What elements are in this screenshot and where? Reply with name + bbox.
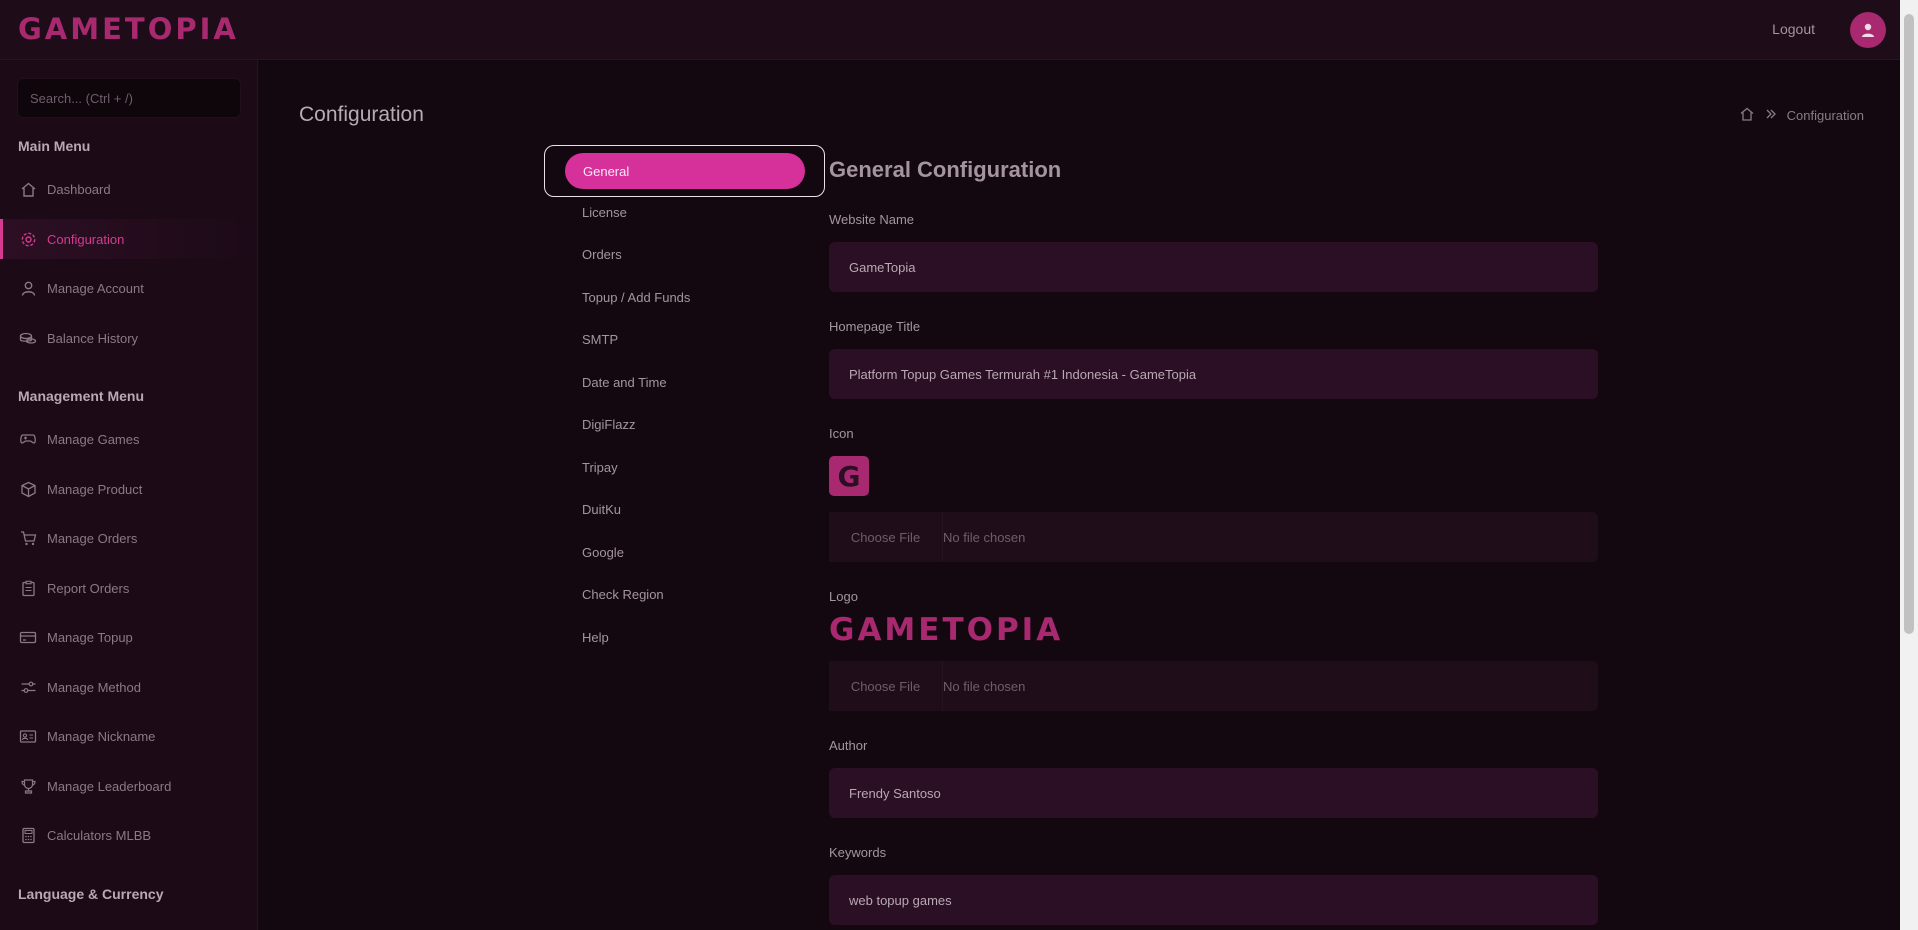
author-label: Author <box>829 738 868 753</box>
file-status: No file chosen <box>943 529 1026 545</box>
sidebar-item-calculators-mlbb[interactable]: Calculators MLBB <box>0 815 257 855</box>
subnav-item-google[interactable]: Google <box>582 545 624 560</box>
id-card-icon <box>18 726 38 746</box>
gear-icon <box>18 229 38 249</box>
keywords-label: Keywords <box>829 845 887 860</box>
sidebar-item-label: Manage Nickname <box>47 728 156 744</box>
coins-icon <box>18 328 38 348</box>
language-currency-heading: Language & Currency <box>18 886 164 902</box>
subnav-item-general[interactable]: General <box>565 153 805 189</box>
subnav-item-duitku[interactable]: DuitKu <box>582 502 621 517</box>
scrollbar-thumb[interactable] <box>1904 14 1914 634</box>
sidebar-item-label: Dashboard <box>47 181 111 197</box>
box-icon <box>18 479 38 499</box>
logo-file-input[interactable]: Choose File No file chosen <box>829 661 1598 711</box>
search-input[interactable] <box>17 78 241 118</box>
sidebar-item-label: Balance History <box>47 330 139 346</box>
brand-logo[interactable]: GAMETOPIA <box>18 12 239 46</box>
sidebar-item-label: Manage Account <box>47 280 144 296</box>
sidebar-item-manage-orders[interactable]: Manage Orders <box>0 518 257 558</box>
calculator-icon <box>18 825 38 845</box>
home-icon[interactable] <box>1739 106 1755 125</box>
user-icon <box>18 278 38 298</box>
subnav-item-smtp[interactable]: SMTP <box>582 332 618 347</box>
user-icon <box>1862 23 1874 37</box>
main-menu-heading: Main Menu <box>18 138 91 154</box>
logo-label: Logo <box>829 589 858 604</box>
avatar[interactable] <box>1850 12 1886 48</box>
logout-link[interactable]: Logout <box>1772 21 1815 37</box>
sidebar-item-balance-history[interactable]: Balance History <box>0 318 257 358</box>
gamepad-icon <box>18 429 38 449</box>
sidebar-item-label: Manage Leaderboard <box>47 778 172 794</box>
website-name-label: Website Name <box>829 212 915 227</box>
sidebar: Main Menu Dashboard Configuration Manage… <box>0 60 258 930</box>
page-title: Configuration <box>299 103 424 126</box>
sidebar-item-manage-method[interactable]: Manage Method <box>0 667 257 707</box>
sidebar-item-dashboard[interactable]: Dashboard <box>0 169 257 209</box>
subnav-item-help[interactable]: Help <box>582 630 609 645</box>
sidebar-item-label: Manage Topup <box>47 629 133 645</box>
keywords-field[interactable]: web topup games <box>829 875 1598 925</box>
logo-preview: GAMETOPIA <box>829 612 1064 648</box>
sidebar-item-manage-nickname[interactable]: Manage Nickname <box>0 716 257 756</box>
management-menu-heading: Management Menu <box>18 388 145 404</box>
breadcrumb: Configuration <box>1739 106 1864 125</box>
sidebar-item-manage-product[interactable]: Manage Product <box>0 469 257 509</box>
website-name-field[interactable]: GameTopia <box>829 242 1598 292</box>
chevrons-right-icon <box>1765 108 1777 123</box>
subnav-item-license[interactable]: License <box>582 205 627 220</box>
subnav-item-orders[interactable]: Orders <box>582 247 622 262</box>
homepage-title-field[interactable]: Platform Topup Games Termurah #1 Indones… <box>829 349 1598 399</box>
choose-file-button[interactable]: Choose File <box>829 661 943 711</box>
home-icon <box>18 179 38 199</box>
section-title: General Configuration <box>829 157 1062 182</box>
subnav-item-date-time[interactable]: Date and Time <box>582 375 667 390</box>
subnav-item-topup[interactable]: Topup / Add Funds <box>582 290 690 305</box>
sidebar-item-configuration[interactable]: Configuration <box>0 219 257 259</box>
sidebar-item-manage-leaderboard[interactable]: Manage Leaderboard <box>0 766 257 806</box>
sidebar-item-label: Manage Orders <box>47 530 138 546</box>
sidebar-item-manage-games[interactable]: Manage Games <box>0 419 257 459</box>
choose-file-button[interactable]: Choose File <box>829 512 943 562</box>
trophy-icon <box>18 776 38 796</box>
sidebar-item-manage-topup[interactable]: Manage Topup <box>0 617 257 657</box>
subnav-item-tripay[interactable]: Tripay <box>582 460 618 475</box>
sidebar-item-report-orders[interactable]: Report Orders <box>0 568 257 608</box>
author-field[interactable]: Frendy Santoso <box>829 768 1598 818</box>
homepage-title-label: Homepage Title <box>829 319 921 334</box>
file-status: No file chosen <box>943 678 1026 694</box>
cart-icon <box>18 528 38 548</box>
icon-file-input[interactable]: Choose File No file chosen <box>829 512 1598 562</box>
sidebar-item-label: Manage Product <box>47 481 143 497</box>
icon-label: Icon <box>829 426 854 441</box>
sidebar-item-label: Report Orders <box>47 580 130 596</box>
sidebar-item-manage-account[interactable]: Manage Account <box>0 268 257 308</box>
sidebar-item-label: Calculators MLBB <box>47 827 152 843</box>
breadcrumb-current: Configuration <box>1786 108 1864 123</box>
sliders-icon <box>18 677 38 697</box>
sidebar-item-label: Manage Method <box>47 679 141 695</box>
sidebar-item-label: Configuration <box>47 231 125 247</box>
clipboard-icon <box>18 578 38 598</box>
subnav-item-digiflazz[interactable]: DigiFlazz <box>582 417 635 432</box>
site-icon-letter: G <box>837 459 861 493</box>
top-bar: GAMETOPIA Logout <box>0 0 1900 60</box>
sidebar-item-label: Manage Games <box>47 431 140 447</box>
card-icon <box>18 627 38 647</box>
subnav-item-check-region[interactable]: Check Region <box>582 587 664 602</box>
site-icon-preview: G <box>829 456 869 496</box>
